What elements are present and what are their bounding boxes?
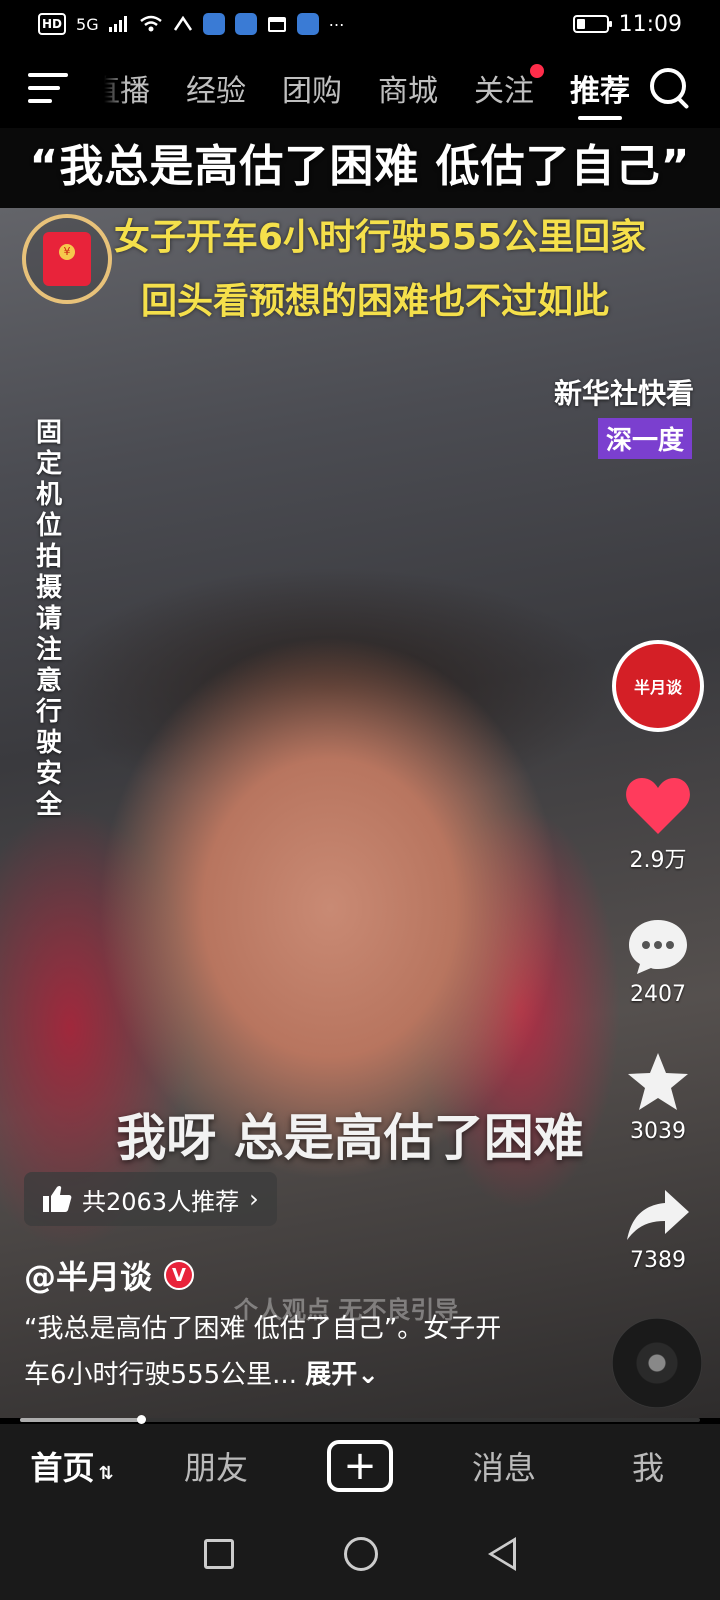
tab-group-buy[interactable]: 团购 [282, 66, 342, 110]
author-name[interactable]: @半月谈 V [24, 1252, 195, 1298]
status-left-icons: HD 5G ⋯ [38, 13, 345, 35]
tab-mall[interactable]: 商城 [378, 66, 438, 110]
chevron-right-icon: › [249, 1185, 259, 1213]
safety-notice: 固定机位拍摄 请注意行驶安全 [36, 418, 63, 820]
like-count: 2.9万 [629, 848, 687, 873]
red-packet-button[interactable] [22, 214, 112, 304]
brand-sub-label: 深一度 [597, 418, 692, 459]
calendar-icon [267, 13, 287, 35]
tab-experience[interactable]: 经验 [186, 66, 246, 110]
recommend-pill[interactable]: 共2063人推荐 › [24, 1172, 277, 1226]
battery-icon [572, 15, 612, 33]
brand-mark: 新华社快看 [553, 377, 694, 410]
author-avatar[interactable]: 半月谈 [612, 640, 704, 732]
clock: 11:09 [618, 11, 682, 37]
expand-label: 展开 [305, 1360, 358, 1390]
favorite-count: 3039 [630, 1119, 686, 1144]
avatar-text: 半月谈 [633, 678, 682, 697]
battery-fill [576, 19, 586, 29]
back-icon[interactable] [488, 1537, 516, 1571]
status-right: 11:09 [572, 11, 682, 37]
author-handle: @半月谈 [24, 1258, 153, 1296]
comment-count: 2407 [630, 982, 686, 1007]
video-progress-bar[interactable] [20, 1415, 700, 1424]
search-icon[interactable] [648, 66, 692, 110]
recents-icon[interactable] [204, 1539, 234, 1569]
description-text: “我总是高估了困难 低估了自己”。女子开车6小时行驶555公里... [24, 1314, 502, 1390]
notification-dot [530, 64, 544, 78]
video-caption-line2: 回头看预想的困难也不过如此 [140, 281, 609, 322]
progress-knob[interactable] [137, 1415, 147, 1424]
signal-icon [108, 13, 129, 35]
comment-action[interactable]: 2407 [627, 918, 689, 1007]
switch-arrows-icon: ⇅ [98, 1463, 114, 1484]
comment-icon [629, 920, 687, 974]
bottom-tab-bar: 首页 ⇅ 朋友 + 消息 我 [0, 1424, 720, 1508]
browser-app-icon [296, 13, 319, 35]
nav-tabs: 直播 经验 团购 商城 关注 推荐 [104, 64, 630, 120]
tab-friends[interactable]: 朋友 [144, 1443, 288, 1489]
chevron-down-icon: ⌄ [357, 1360, 380, 1390]
wifi-icon [139, 13, 163, 35]
baidu-app-icon-2 [234, 13, 257, 35]
post-description[interactable]: “我总是高估了困难 低估了自己”。女子开车6小时行驶555公里... 展开⌄ [24, 1306, 524, 1398]
baidu-app-icon [202, 13, 225, 35]
star-icon [628, 1053, 688, 1110]
tab-messages[interactable]: 消息 [432, 1443, 576, 1489]
tab-live[interactable]: 直播 [104, 66, 150, 110]
more-notifications-icon: ⋯ [328, 14, 345, 34]
like-action[interactable]: 2.9万 [625, 776, 691, 874]
system-nav-bar [0, 1508, 720, 1600]
share-icon [627, 1190, 689, 1240]
red-packet-icon [43, 232, 91, 286]
top-nav: 直播 经验 团购 商城 关注 推荐 [0, 48, 720, 128]
plus-icon: + [327, 1440, 393, 1492]
tab-recommend[interactable]: 推荐 [570, 66, 630, 120]
heart-icon [626, 778, 690, 834]
favorite-action[interactable]: 3039 [626, 1051, 690, 1144]
network-label: 5G [76, 14, 99, 34]
home-icon[interactable] [344, 1537, 378, 1571]
expand-button[interactable]: 展开⌄ [305, 1360, 379, 1390]
hd-icon: HD [38, 13, 67, 35]
menu-icon[interactable] [28, 73, 68, 103]
action-column: 半月谈 2.9万 2407 3039 7389 [610, 640, 706, 1273]
verified-badge-icon: V [164, 1260, 195, 1290]
share-action[interactable]: 7389 [625, 1188, 691, 1273]
tab-create[interactable]: + [288, 1440, 432, 1492]
tab-following-label: 关注 [474, 74, 534, 109]
status-bar: HD 5G ⋯ 11:09 [0, 0, 720, 48]
music-disc-icon[interactable] [612, 1318, 702, 1408]
progress-fill [20, 1415, 147, 1424]
share-count: 7389 [630, 1248, 686, 1273]
tab-me[interactable]: 我 [576, 1443, 720, 1489]
tab-home[interactable]: 首页 ⇅ [0, 1443, 144, 1489]
thumbs-up-icon [43, 1185, 72, 1212]
tab-following[interactable]: 关注 [474, 64, 544, 110]
nfc-icon [173, 13, 193, 35]
recommend-label: 共2063人推荐 [82, 1187, 240, 1216]
tab-home-label: 首页 [30, 1449, 95, 1487]
video-title: “我总是高估了困难 低估了自己” [29, 141, 691, 192]
